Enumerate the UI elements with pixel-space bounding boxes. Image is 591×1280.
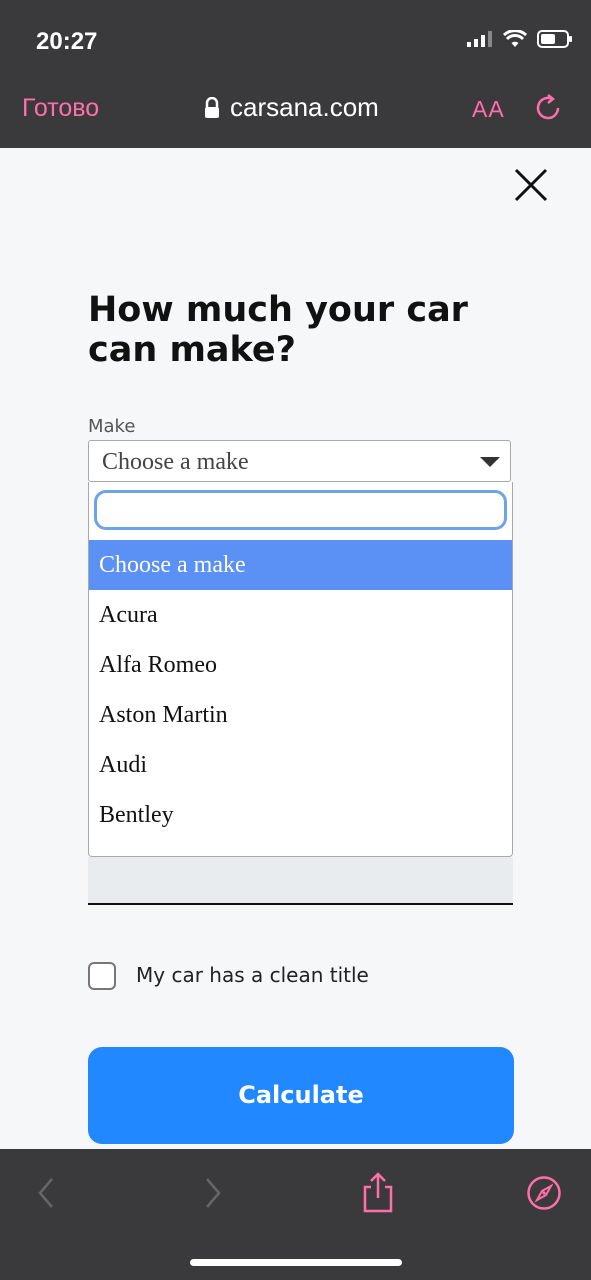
address-bar[interactable]: carsana.com [204, 92, 379, 123]
calculate-button[interactable]: Calculate [88, 1047, 514, 1144]
dropdown-option[interactable]: Bentley [89, 790, 512, 840]
dropdown-option[interactable]: Alfa Romeo [89, 640, 512, 690]
model-field[interactable] [88, 857, 513, 905]
dropdown-option[interactable]: Audi [89, 740, 512, 790]
battery-icon [537, 30, 572, 48]
signal-icon [467, 31, 492, 47]
make-label: Make [88, 416, 136, 437]
dropdown-options-list: Choose a make Acura Alfa Romeo Aston Mar… [89, 540, 512, 840]
browser-top-bar: 20:27 Готово carsana.com AA [0, 0, 591, 148]
status-icons [467, 30, 573, 48]
back-icon[interactable] [36, 1177, 56, 1209]
compass-icon[interactable] [526, 1175, 562, 1211]
dropdown-option[interactable]: Acura [89, 590, 512, 640]
dropdown-search-input[interactable] [94, 490, 507, 530]
share-icon[interactable] [361, 1171, 395, 1213]
text-size-button[interactable]: AA [472, 96, 505, 123]
dropdown-option[interactable]: Aston Martin [89, 690, 512, 740]
close-icon[interactable] [512, 166, 550, 204]
chevron-down-icon [480, 457, 500, 467]
reload-icon[interactable] [532, 92, 564, 124]
url-text: carsana.com [230, 92, 379, 122]
clean-title-label[interactable]: My car has a clean title [136, 963, 369, 987]
page-title: How much your car can make? [88, 290, 468, 370]
wifi-icon [503, 30, 527, 47]
status-time: 20:27 [36, 28, 98, 55]
make-select-value: Choose a make [102, 449, 249, 475]
home-indicator [190, 1259, 402, 1266]
done-button[interactable]: Готово [22, 94, 99, 123]
forward-icon[interactable] [203, 1177, 223, 1209]
make-select[interactable]: Choose a make [88, 440, 511, 482]
lock-icon [205, 96, 219, 118]
make-dropdown: Choose a make Acura Alfa Romeo Aston Mar… [88, 482, 513, 857]
dropdown-option[interactable]: Choose a make [89, 540, 512, 590]
clean-title-checkbox[interactable] [88, 962, 116, 990]
